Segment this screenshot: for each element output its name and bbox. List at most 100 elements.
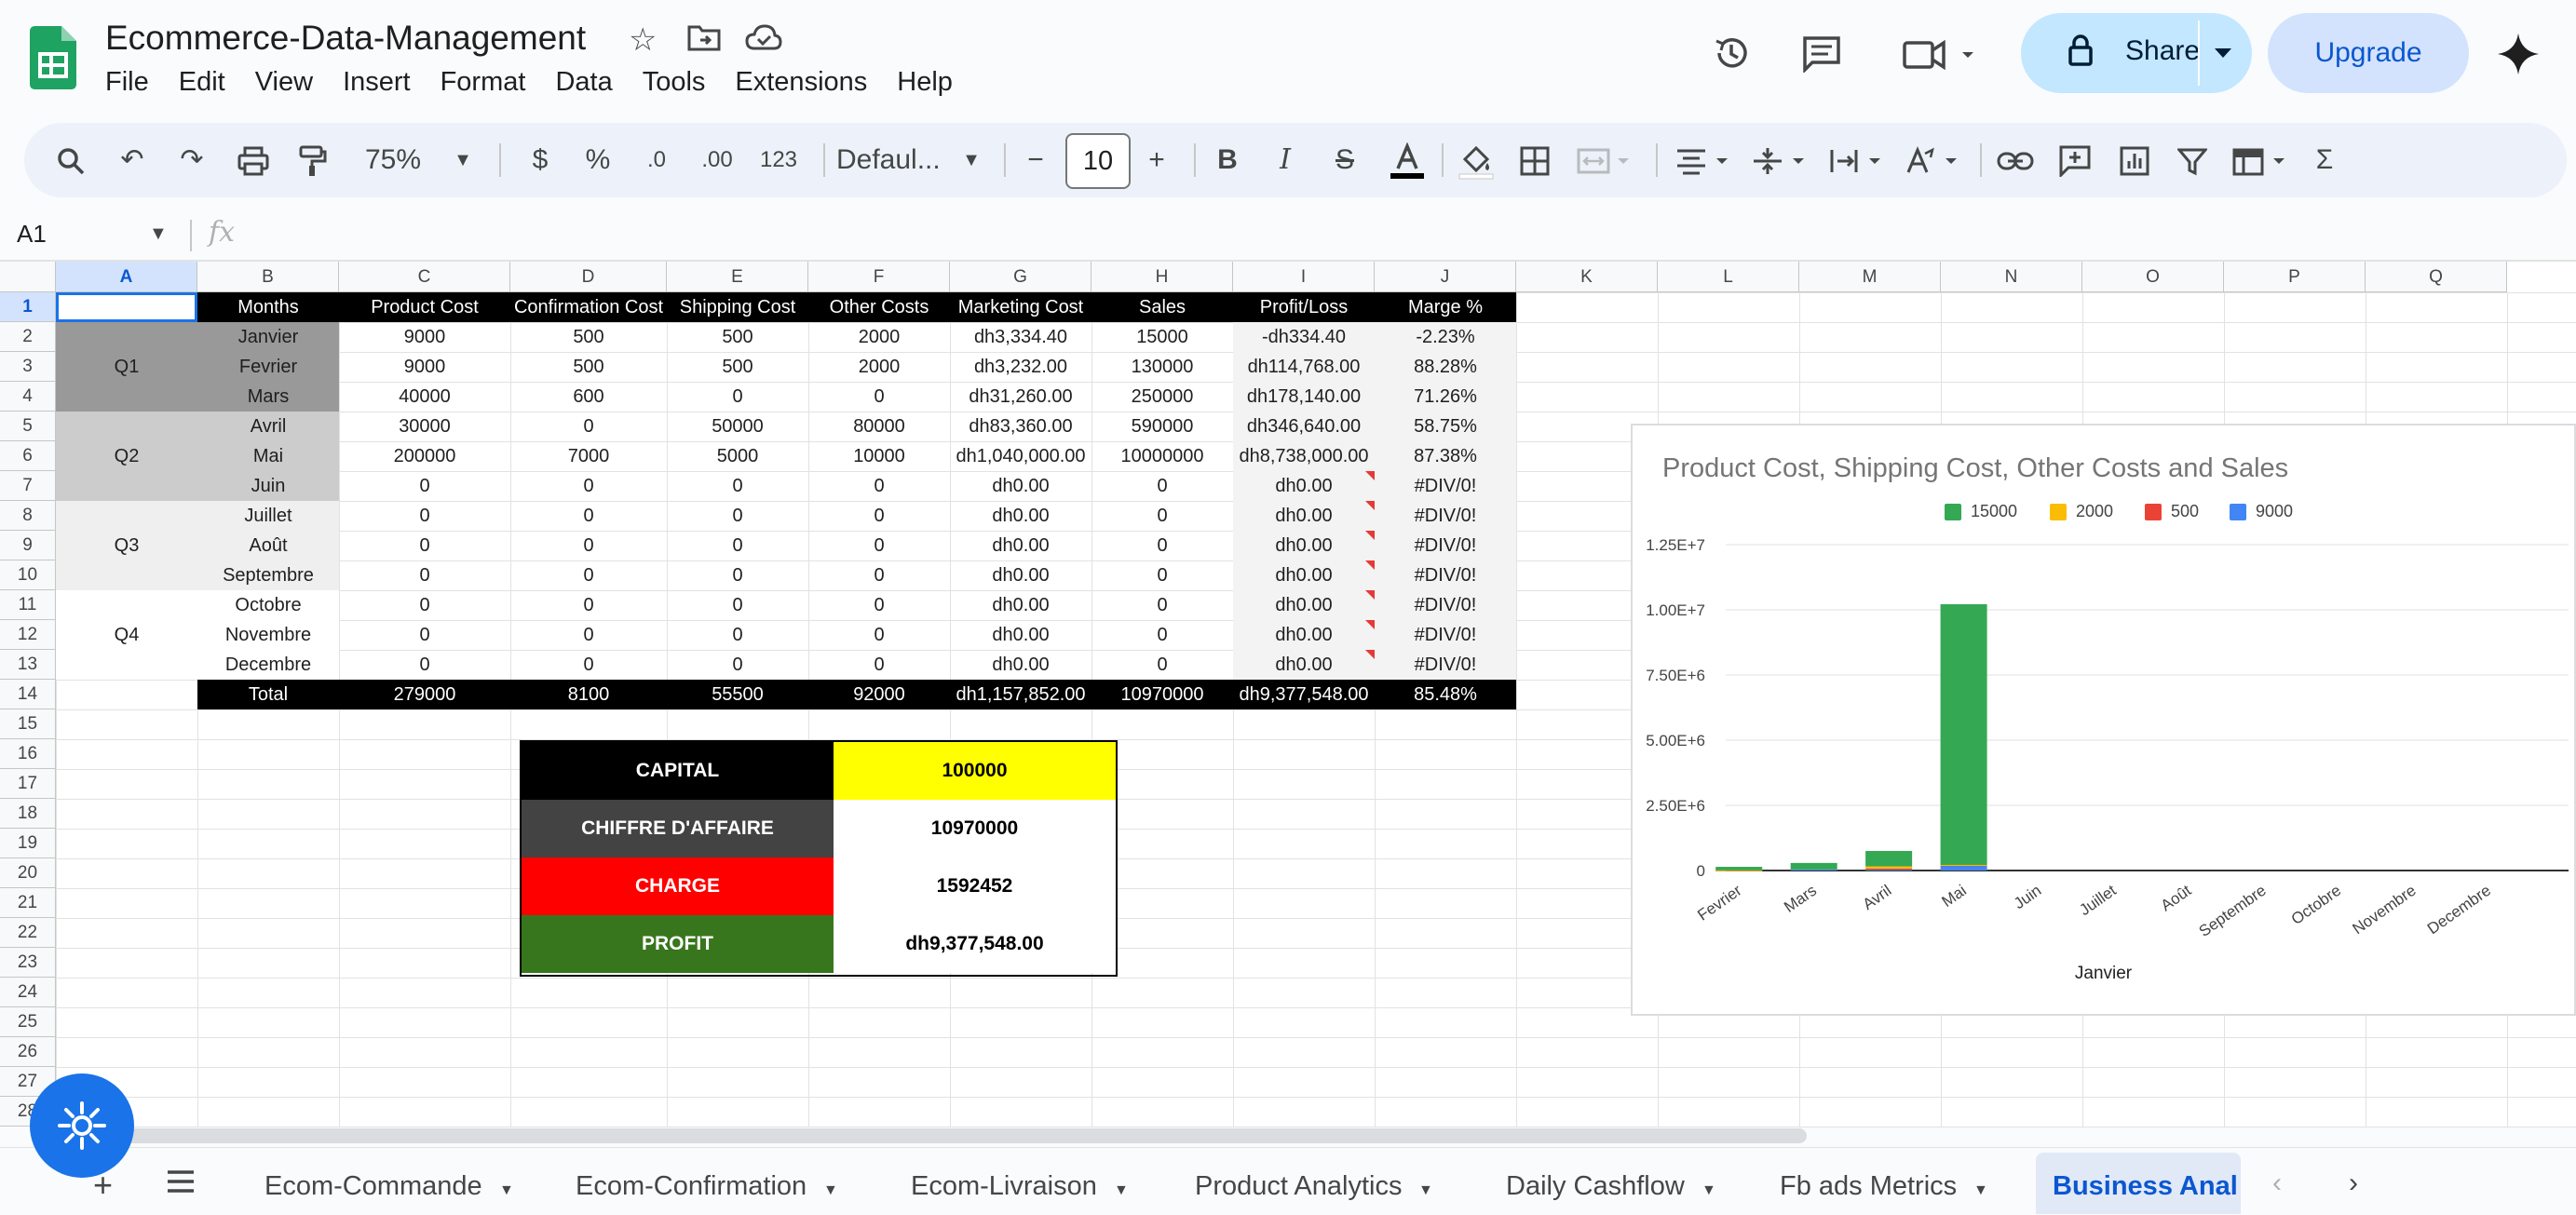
row-header-8[interactable]: 8 (0, 501, 56, 531)
table-header-cell[interactable]: Profit/Loss (1233, 292, 1375, 322)
table-cell[interactable]: dh83,360.00 (950, 412, 1091, 441)
print-icon[interactable] (235, 123, 272, 197)
table-cell[interactable]: 40000 (339, 382, 510, 412)
table-cell[interactable]: 0 (808, 471, 950, 501)
text-rotation-icon[interactable] (1902, 123, 1967, 197)
sheets-logo-icon[interactable] (30, 26, 76, 89)
table-cell[interactable]: 0 (339, 560, 510, 590)
sheet-tab-dropdown-icon[interactable]: ▼ (823, 1182, 838, 1199)
table-cell[interactable]: 0 (510, 412, 667, 441)
share-dropdown-icon[interactable] (2213, 47, 2233, 64)
increase-decimal-button[interactable]: .00 (691, 123, 743, 197)
month-label[interactable]: Avril (197, 412, 339, 441)
paint-format-icon[interactable] (294, 123, 332, 197)
table-cell[interactable]: 0 (510, 531, 667, 560)
table-cell[interactable]: dh0.00 (1233, 590, 1375, 620)
borders-icon[interactable] (1514, 123, 1555, 197)
table-cell[interactable]: 0 (667, 650, 808, 680)
insert-comment-icon[interactable] (2054, 123, 2095, 197)
row-header-4[interactable]: 4 (0, 382, 56, 412)
share-button[interactable]: Share (2021, 13, 2252, 93)
sheet-tab-dropdown-icon[interactable]: ▼ (1702, 1182, 1716, 1199)
month-label[interactable]: Juillet (197, 501, 339, 531)
explore-fab-button[interactable] (30, 1073, 134, 1178)
table-cell[interactable]: dh1,040,000.00 (950, 441, 1091, 471)
table-cell[interactable]: 9000 (339, 352, 510, 382)
table-cell[interactable]: 0 (1091, 471, 1233, 501)
summary-value[interactable]: dh9,377,548.00 (834, 915, 1116, 973)
menu-insert[interactable]: Insert (343, 67, 411, 98)
table-cell[interactable]: 2000 (808, 322, 950, 352)
row-header-16[interactable]: 16 (0, 739, 56, 769)
table-header-cell[interactable]: Other Costs (808, 292, 950, 322)
table-cell[interactable]: 88.28% (1375, 352, 1516, 382)
row-header-3[interactable]: 3 (0, 352, 56, 382)
column-header-m[interactable]: M (1799, 262, 1941, 292)
table-cell[interactable]: 10000000 (1091, 441, 1233, 471)
table-cell[interactable]: 0 (510, 620, 667, 650)
table-cell[interactable]: dh0.00 (1233, 560, 1375, 590)
number-format-button[interactable]: 123 (751, 123, 807, 197)
table-header-cell[interactable]: Marketing Cost (950, 292, 1091, 322)
functions-icon[interactable]: Σ (2306, 123, 2343, 197)
row-header-1[interactable]: 1 (0, 292, 56, 322)
summary-value[interactable]: 1592452 (834, 857, 1116, 915)
row-header-12[interactable]: 12 (0, 620, 56, 650)
row-header-23[interactable]: 23 (0, 948, 56, 978)
upgrade-button[interactable]: Upgrade (2268, 13, 2469, 93)
table-cell[interactable]: 0 (1091, 650, 1233, 680)
redo-icon[interactable]: ↷ (173, 123, 210, 197)
sheet-tab-dropdown-icon[interactable]: ▼ (1418, 1182, 1433, 1199)
vertical-align-icon[interactable] (1749, 123, 1814, 197)
table-cell[interactable]: #DIV/0! (1375, 471, 1516, 501)
sheet-tab-active[interactable]: Business Anal (2053, 1171, 2239, 1202)
sheet-tab[interactable]: Daily Cashflow (1506, 1171, 1685, 1202)
version-history-icon[interactable] (1712, 34, 1751, 78)
table-cell[interactable]: #DIV/0! (1375, 501, 1516, 531)
column-header-h[interactable]: H (1091, 262, 1233, 292)
column-header-g[interactable]: G (950, 262, 1091, 292)
table-cell[interactable]: 50000 (667, 412, 808, 441)
table-cell[interactable]: 130000 (1091, 352, 1233, 382)
row-header-9[interactable]: 9 (0, 531, 56, 560)
table-cell[interactable]: #DIV/0! (1375, 590, 1516, 620)
table-cell[interactable]: 0 (808, 382, 950, 412)
row-header-26[interactable]: 26 (0, 1037, 56, 1067)
text-color-icon[interactable] (1386, 123, 1429, 197)
table-cell[interactable]: #DIV/0! (1375, 620, 1516, 650)
table-cell[interactable]: 0 (667, 382, 808, 412)
increase-font-size-icon[interactable]: + (1138, 123, 1175, 197)
quarter-label-q2[interactable]: Q2 (56, 412, 197, 501)
table-cell[interactable]: 80000 (808, 412, 950, 441)
zoom-select[interactable]: 75% (356, 123, 430, 197)
insert-chart-icon[interactable] (2114, 123, 2155, 197)
row-header-15[interactable]: 15 (0, 709, 56, 739)
table-cell[interactable]: dh3,334.40 (950, 322, 1091, 352)
sheet-tab-dropdown-icon[interactable]: ▼ (1114, 1182, 1129, 1199)
total-cell[interactable]: 55500 (667, 680, 808, 709)
table-cell[interactable]: 9000 (339, 322, 510, 352)
month-label[interactable]: Novembre (197, 620, 339, 650)
column-header-f[interactable]: F (808, 262, 950, 292)
table-cell[interactable]: 0 (808, 560, 950, 590)
cloud-saved-icon[interactable] (745, 22, 782, 58)
table-cell[interactable]: 10000 (808, 441, 950, 471)
table-cell[interactable]: 7000 (510, 441, 667, 471)
decrease-decimal-button[interactable]: .0 (633, 123, 680, 197)
table-cell[interactable]: -dh334.40 (1233, 322, 1375, 352)
table-cell[interactable]: 600 (510, 382, 667, 412)
row-header-5[interactable]: 5 (0, 412, 56, 441)
table-cell[interactable]: 0 (510, 471, 667, 501)
font-family-select[interactable]: Defaul... (836, 123, 948, 197)
table-cell[interactable]: 0 (510, 590, 667, 620)
table-cell[interactable]: dh0.00 (1233, 620, 1375, 650)
table-cell[interactable]: 15000 (1091, 322, 1233, 352)
table-cell[interactable]: 0 (510, 560, 667, 590)
name-box[interactable]: A1 (17, 220, 47, 249)
sheet-tab[interactable]: Ecom-Confirmation (576, 1171, 807, 1202)
table-cell[interactable]: #DIV/0! (1375, 650, 1516, 680)
comments-icon[interactable] (1802, 35, 1841, 78)
table-cell[interactable]: 2000 (808, 352, 950, 382)
row-header-17[interactable]: 17 (0, 769, 56, 799)
sheet-tab[interactable]: Ecom-Commande (264, 1171, 482, 1202)
